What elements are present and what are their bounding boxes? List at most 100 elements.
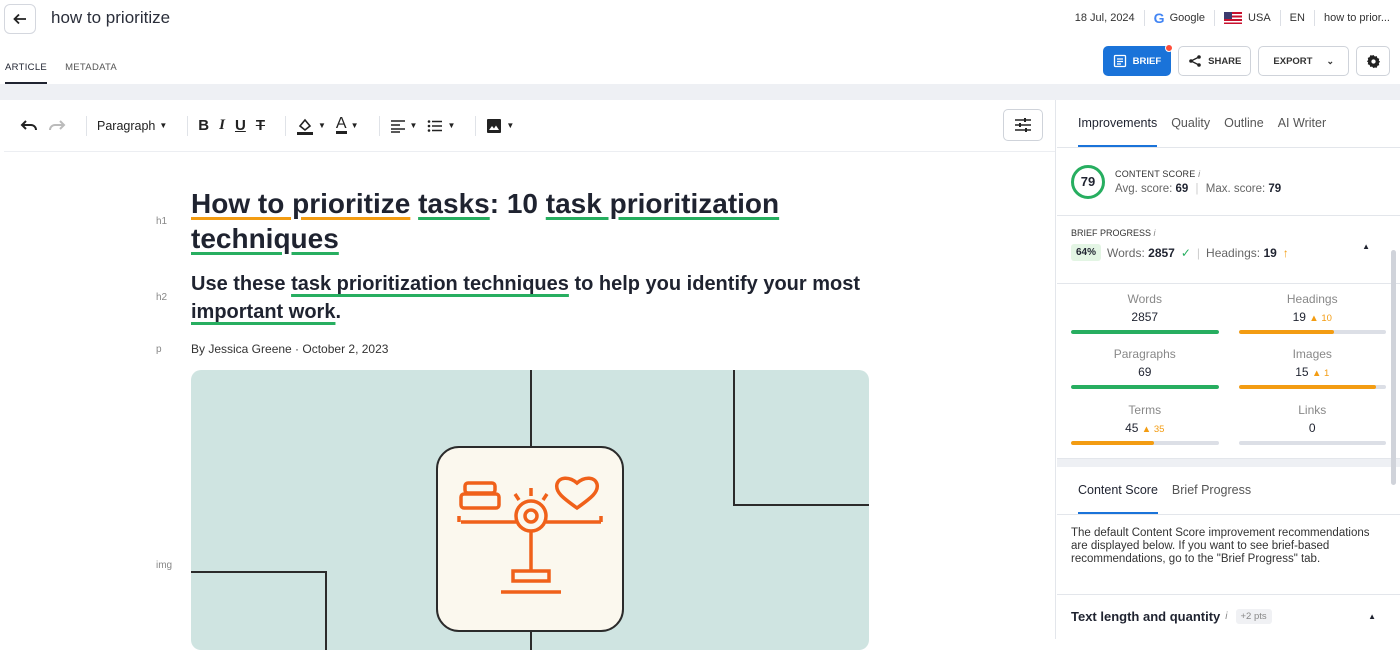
stat-delta: ▲ 1 bbox=[1311, 368, 1330, 380]
text-color-icon[interactable]: A ▼ bbox=[335, 116, 359, 134]
info-icon[interactable]: i bbox=[1225, 611, 1227, 622]
stat-progress-bar bbox=[1071, 330, 1219, 334]
recommendation-description: The default Content Score improvement re… bbox=[1057, 515, 1400, 595]
language-label: EN bbox=[1289, 12, 1305, 24]
points-badge: +2 pts bbox=[1235, 609, 1272, 624]
share-button[interactable]: SHARE bbox=[1178, 46, 1252, 76]
tab-article[interactable]: ARTICLE bbox=[5, 62, 48, 84]
subheading-text: to help you identify your most bbox=[568, 273, 861, 295]
stat-delta: ▲ 35 bbox=[1141, 423, 1165, 435]
score-ring: 79 bbox=[1071, 164, 1105, 199]
action-buttons: BRIEF SHARE EXPORT ⌄ bbox=[1102, 44, 1390, 76]
gutter-img: img bbox=[156, 560, 173, 571]
stat-progress-bar bbox=[1071, 385, 1219, 390]
gutter-p: p bbox=[156, 344, 162, 355]
content-score-label: CONTENT SCORE bbox=[1115, 168, 1196, 179]
list-icon[interactable]: ▼ bbox=[427, 119, 455, 133]
tab-quality[interactable]: Quality bbox=[1171, 116, 1210, 147]
image-icon[interactable]: ▼ bbox=[486, 118, 514, 134]
editor-settings-button[interactable] bbox=[1003, 109, 1043, 141]
document-icon bbox=[1113, 54, 1126, 68]
export-button[interactable]: EXPORT ⌄ bbox=[1258, 46, 1349, 76]
align-left-icon[interactable]: ▼ bbox=[390, 119, 417, 133]
collapse-icon[interactable]: ▲ bbox=[1368, 612, 1376, 621]
tab-metadata[interactable]: METADATA bbox=[65, 62, 117, 84]
keyword-label: how to prior... bbox=[1323, 12, 1390, 24]
hero-image[interactable] bbox=[191, 370, 869, 650]
stat-label: Terms bbox=[1128, 402, 1162, 417]
info-icon[interactable]: i bbox=[1154, 228, 1156, 238]
paragraph-select[interactable]: Paragraph ▼ bbox=[97, 119, 167, 133]
gutter-h2: h2 bbox=[156, 292, 168, 303]
bp-words-value: 2857 bbox=[1148, 245, 1175, 260]
article-subheading[interactable]: Use these task prioritization techniques… bbox=[191, 270, 871, 326]
panel-scrollbar[interactable] bbox=[1391, 250, 1396, 485]
stat-value: 2857 bbox=[1071, 310, 1219, 324]
bp-headings-value: 19 bbox=[1263, 245, 1277, 260]
stat-number: 19 bbox=[1292, 310, 1306, 324]
panel-tabs: Improvements Quality Outline AI Writer bbox=[1057, 100, 1400, 148]
info-icon[interactable]: i bbox=[1198, 169, 1200, 179]
caret-down-icon: ▼ bbox=[159, 121, 168, 130]
gutter-h1: h1 bbox=[156, 216, 168, 227]
stat-number: 69 bbox=[1138, 365, 1152, 380]
notification-dot bbox=[1165, 44, 1174, 52]
usa-flag-icon bbox=[1224, 12, 1243, 24]
italic-icon[interactable]: I bbox=[219, 117, 225, 134]
editor-tabs: ARTICLE METADATA bbox=[5, 62, 117, 84]
bold-icon[interactable]: B bbox=[198, 117, 209, 134]
recommendation-tabs: Content Score Brief Progress bbox=[1057, 467, 1400, 515]
underline-icon[interactable]: U bbox=[235, 117, 246, 134]
stat-progress-bar bbox=[1071, 440, 1219, 445]
heading-term: How to prioritize bbox=[191, 188, 411, 219]
section-title: Text length and quantity bbox=[1071, 609, 1221, 624]
tab-improvements[interactable]: Improvements bbox=[1078, 116, 1158, 147]
byline[interactable]: By Jessica Greene · October 2, 2023 bbox=[191, 342, 388, 356]
tab-content-score[interactable]: Content Score bbox=[1078, 483, 1158, 514]
stats-grid: Words 2857 Headings 19 ▲ 10 Paragraphs 6… bbox=[1057, 284, 1400, 459]
check-icon: ✓ bbox=[1180, 245, 1191, 260]
country-label: USA bbox=[1248, 12, 1271, 24]
stat-headings: Headings 19 ▲ 10 bbox=[1238, 292, 1387, 343]
stat-progress-bar bbox=[1238, 385, 1386, 390]
tab-brief-progress[interactable]: Brief Progress bbox=[1172, 483, 1251, 514]
settings-button[interactable] bbox=[1356, 46, 1390, 76]
heading-term: tasks bbox=[418, 188, 490, 219]
engine-label: Google bbox=[1169, 12, 1206, 24]
stat-paragraphs: Paragraphs 69 bbox=[1071, 347, 1219, 398]
stat-progress-bar bbox=[1238, 440, 1386, 445]
heading-term: task prioritization bbox=[545, 188, 780, 219]
arrow-left-icon bbox=[13, 13, 26, 25]
stat-progress-fill bbox=[1071, 440, 1154, 445]
stat-value: 45 ▲ 35 bbox=[1071, 421, 1219, 435]
redo-icon[interactable] bbox=[48, 119, 66, 133]
brief-progress-label: BRIEF PROGRESS bbox=[1071, 228, 1152, 238]
brief-progress[interactable]: BRIEF PROGRESS i 64% Words: 2857 ✓ | Hea… bbox=[1057, 216, 1400, 284]
tab-ai-writer[interactable]: AI Writer bbox=[1278, 116, 1326, 147]
heading-text bbox=[410, 188, 418, 219]
collapse-icon[interactable]: ▲ bbox=[1362, 242, 1370, 251]
stat-terms: Terms 45 ▲ 35 bbox=[1071, 403, 1219, 454]
divider bbox=[0, 84, 1400, 100]
tab-outline[interactable]: Outline bbox=[1224, 116, 1264, 147]
stat-words: Words 2857 bbox=[1071, 292, 1219, 343]
avg-score-label: Avg. score: bbox=[1115, 182, 1173, 195]
stat-progress-fill bbox=[1071, 330, 1219, 334]
subheading-term: task prioritization techniques bbox=[291, 273, 569, 295]
section-text-length[interactable]: Text length and quantity i +2 pts ▲ bbox=[1057, 595, 1400, 638]
fill-color-icon[interactable]: ▼ bbox=[296, 117, 326, 135]
stat-progress-bar bbox=[1238, 330, 1386, 334]
share-button-label: SHARE bbox=[1208, 55, 1242, 67]
sliders-icon bbox=[1015, 118, 1031, 132]
stat-value: 15 ▲ 1 bbox=[1239, 365, 1387, 379]
stat-label: Paragraphs bbox=[1113, 347, 1176, 362]
stat-label: Headings bbox=[1286, 292, 1338, 306]
brief-button[interactable]: BRIEF bbox=[1102, 44, 1174, 76]
back-button[interactable] bbox=[4, 4, 36, 34]
stat-progress-fill bbox=[1238, 330, 1335, 334]
undo-icon[interactable] bbox=[20, 119, 38, 133]
article-heading[interactable]: How to prioritize tasks: 10 task priorit… bbox=[191, 186, 831, 256]
strikethrough-icon[interactable]: T bbox=[256, 117, 265, 134]
stat-value: 19 ▲ 10 bbox=[1239, 310, 1387, 324]
heading-text: : 10 bbox=[489, 188, 546, 219]
